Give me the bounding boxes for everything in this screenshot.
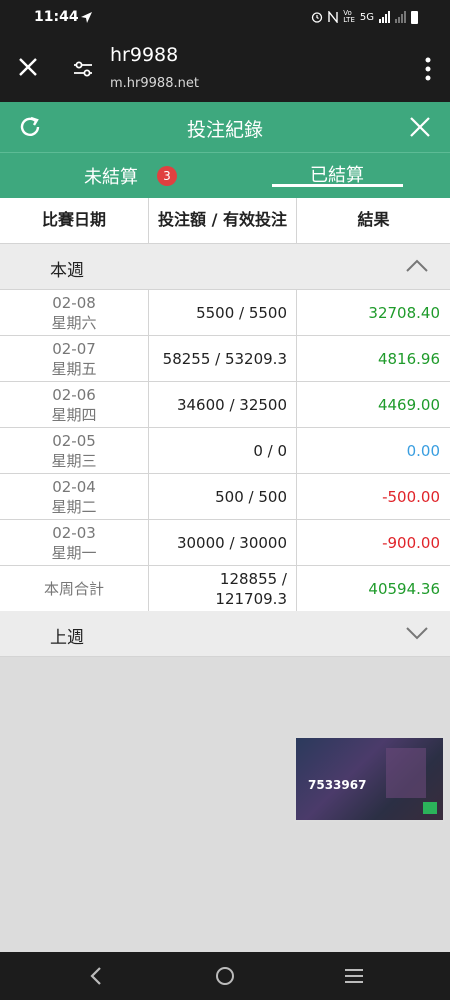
recent-apps-icon[interactable]: [344, 968, 364, 984]
table-row[interactable]: 02-06 星期四 34600 / 32500 4469.00: [0, 382, 450, 428]
section-label: 上週: [50, 628, 84, 648]
row-bet: 58255 / 53209.3: [149, 336, 297, 382]
row-bet: 0 / 0: [149, 428, 297, 474]
row-date: 02-06 星期四: [0, 382, 149, 428]
row-date: 02-08 星期六: [0, 290, 149, 336]
site-settings-icon[interactable]: [72, 58, 94, 80]
column-header-bet: 投注額 / 有效投注: [149, 198, 297, 244]
signal-icon: [379, 11, 390, 23]
total-label: 本周合計: [0, 566, 149, 612]
row-bet: 500 / 500: [149, 474, 297, 520]
back-icon[interactable]: [88, 966, 104, 986]
location-arrow-icon: [81, 12, 92, 23]
volte-icon: Vo LTE: [343, 9, 355, 24]
unsettled-count-badge: 3: [157, 166, 177, 186]
row-date: 02-07 星期五: [0, 336, 149, 382]
section-label: 本週: [50, 261, 84, 281]
row-bet: 34600 / 32500: [149, 382, 297, 428]
column-header-date: 比賽日期: [0, 198, 149, 244]
total-bet: 128855 /121709.3: [149, 566, 297, 612]
row-date: 02-05 星期三: [0, 428, 149, 474]
row-result: -500.00: [382, 488, 440, 506]
row-result: 4816.96: [377, 350, 440, 368]
row-result: 0.00: [406, 442, 440, 460]
row-result: 32708.40: [368, 304, 440, 322]
close-icon[interactable]: [408, 115, 432, 139]
status-bar: 11:44 Vo LTE 5G: [0, 0, 450, 36]
status-icons: Vo LTE 5G: [311, 10, 418, 24]
table-total-row: 本周合計 128855 /121709.3 40594.36: [0, 566, 450, 612]
table-row[interactable]: 02-03 星期一 30000 / 30000 -900.00: [0, 520, 450, 566]
more-options-icon[interactable]: [424, 56, 432, 82]
row-result: -900.00: [382, 534, 440, 552]
status-time: 11:44: [34, 9, 79, 25]
video-frame: [386, 748, 426, 798]
browser-toolbar: hr9988 m.hr9988.net: [0, 36, 450, 102]
system-nav-bar: [0, 952, 450, 1000]
total-result: 40594.36: [368, 580, 440, 598]
section-this-week[interactable]: 本週: [0, 244, 450, 290]
video-badge-icon: [423, 802, 437, 814]
active-tab-indicator: [272, 184, 403, 187]
row-date: 02-03 星期一: [0, 520, 149, 566]
table-header: 比賽日期 投注額 / 有效投注 結果: [0, 198, 450, 244]
chevron-down-icon[interactable]: [406, 626, 428, 640]
home-icon[interactable]: [215, 966, 235, 986]
row-result: 4469.00: [377, 396, 440, 414]
row-date: 02-04 星期二: [0, 474, 149, 520]
table-row[interactable]: 02-08 星期六 5500 / 5500 32708.40: [0, 290, 450, 336]
column-header-result: 結果: [357, 210, 390, 229]
tab-bar: 未結算 3 已結算: [0, 152, 450, 198]
site-title: hr9988: [110, 44, 179, 66]
chevron-up-icon[interactable]: [406, 259, 428, 273]
section-last-week[interactable]: 上週: [0, 611, 450, 657]
close-icon[interactable]: [17, 56, 39, 78]
alarm-icon: [312, 12, 323, 23]
table-row[interactable]: 02-05 星期三 0 / 0 0.00: [0, 428, 450, 474]
site-url[interactable]: m.hr9988.net: [110, 76, 199, 91]
page-title: 投注紀錄: [186, 119, 263, 141]
signal-secondary-icon: [395, 11, 406, 23]
row-bet: 5500 / 5500: [149, 290, 297, 336]
table-row[interactable]: 02-04 星期二 500 / 500 -500.00: [0, 474, 450, 520]
battery-icon: [411, 10, 418, 24]
network-type: 5G: [359, 11, 374, 23]
floating-video-overlay[interactable]: 7533967: [294, 736, 445, 822]
nfc-icon: [328, 11, 338, 23]
table-row[interactable]: 02-07 星期五 58255 / 53209.3 4816.96: [0, 336, 450, 382]
page-header: 投注紀錄: [0, 102, 450, 152]
video-number: 7533967: [308, 778, 367, 792]
row-bet: 30000 / 30000: [149, 520, 297, 566]
